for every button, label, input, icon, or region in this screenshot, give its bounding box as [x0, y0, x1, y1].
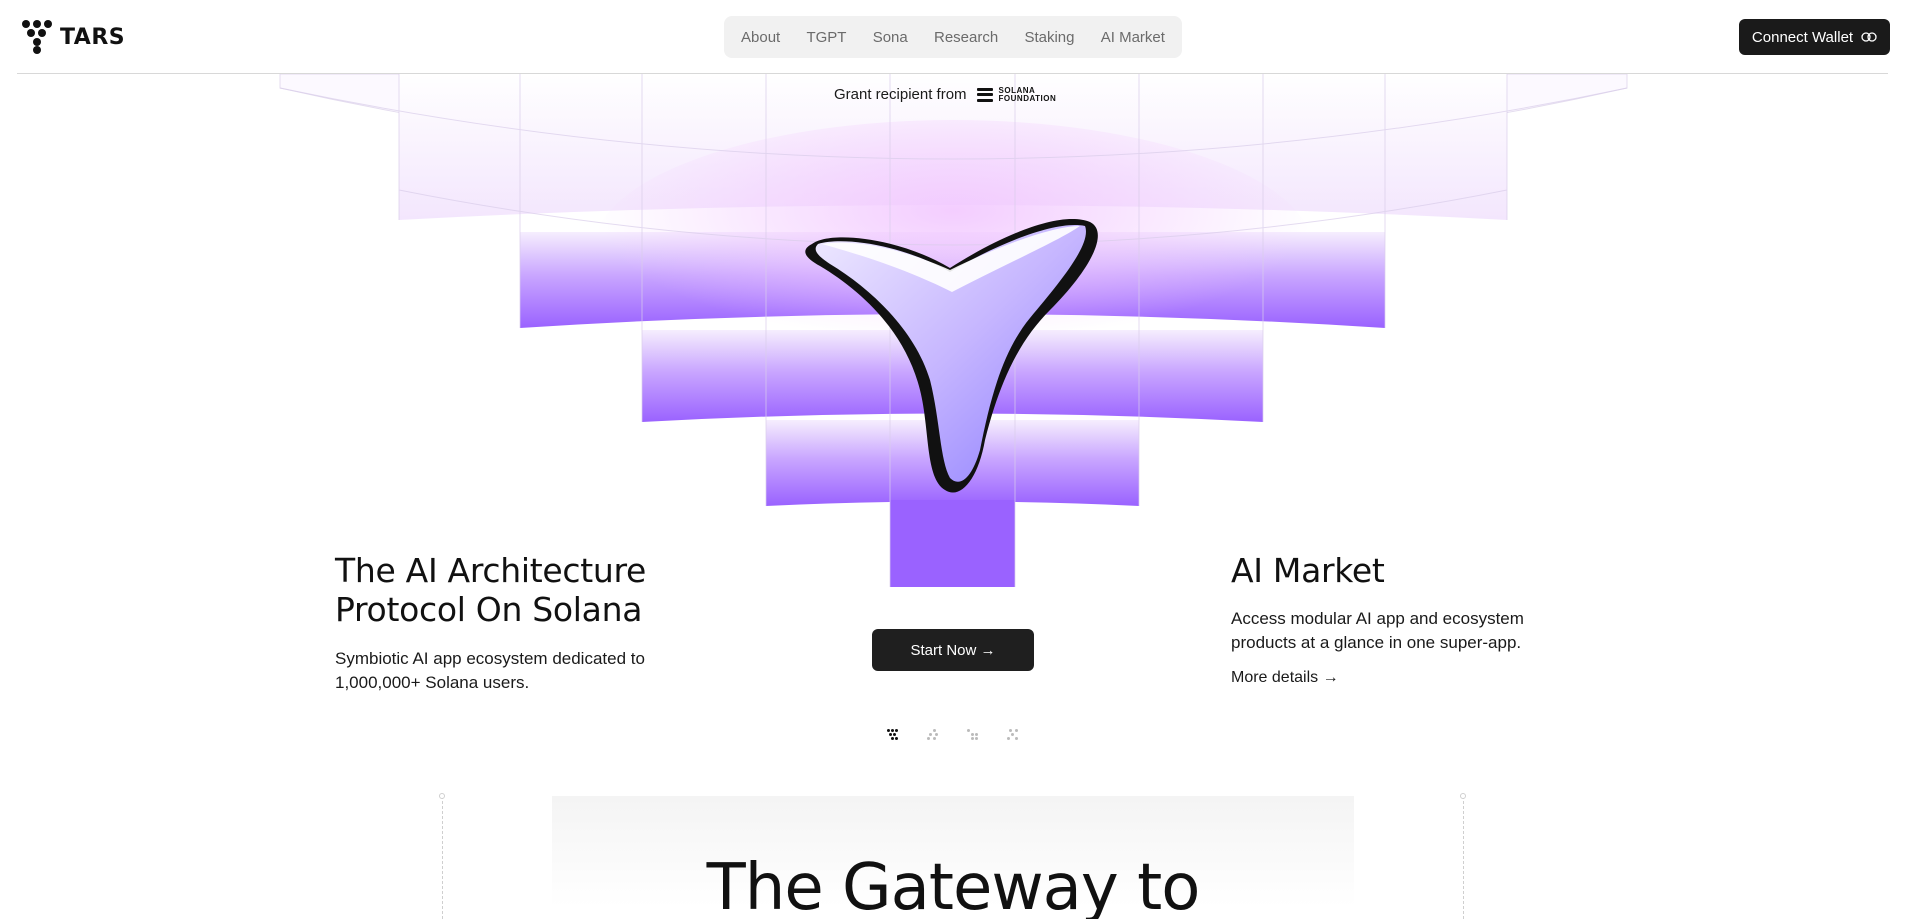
- left-guide-node: [439, 793, 445, 799]
- hero-copy: The AI Architecture Protocol On Solana S…: [335, 551, 695, 695]
- grant-banner: Grant recipient from SOLANA FOUNDATION: [834, 86, 1056, 103]
- left-guide-line: [442, 796, 443, 919]
- main-nav: About TGPT Sona Research Staking AI Mark…: [724, 16, 1182, 58]
- nav-item-about[interactable]: About: [741, 29, 780, 46]
- section-heading: The Gateway to: [706, 851, 1201, 919]
- right-guide-node: [1460, 793, 1466, 799]
- grant-text: Grant recipient from: [834, 86, 967, 103]
- solana-foundation-wordmark: SOLANA FOUNDATION: [998, 85, 1057, 103]
- solana-foundation-logo[interactable]: SOLANA FOUNDATION: [976, 85, 1057, 103]
- carousel-dot-1[interactable]: [887, 729, 899, 741]
- site-header: TARS About TGPT Sona Research Staking AI…: [0, 0, 1905, 74]
- feature-card: AI Market Access modular AI app and ecos…: [1231, 551, 1561, 687]
- nav-item-ai-market[interactable]: AI Market: [1101, 29, 1165, 46]
- start-now-button[interactable]: Start Now →: [872, 629, 1034, 671]
- feature-description: Access modular AI app and ecosystem prod…: [1231, 609, 1524, 652]
- right-guide-line: [1463, 796, 1464, 919]
- carousel-dot-2[interactable]: [927, 729, 939, 741]
- solana-icon: [976, 87, 993, 102]
- carousel-dot-4[interactable]: [1007, 729, 1019, 741]
- carousel-indicators: [887, 729, 1019, 741]
- nav-item-research[interactable]: Research: [934, 29, 998, 46]
- nav-item-tgpt[interactable]: TGPT: [806, 29, 846, 46]
- brand-logo[interactable]: TARS: [22, 20, 125, 54]
- carousel-dot-3[interactable]: [967, 729, 979, 741]
- hero-title: The AI Architecture Protocol On Solana: [335, 551, 646, 629]
- brand-name: TARS: [60, 24, 126, 50]
- connect-wallet-button[interactable]: Connect Wallet: [1739, 19, 1890, 55]
- connect-wallet-label: Connect Wallet: [1751, 28, 1854, 46]
- hero-artwork: [279, 74, 1628, 587]
- feature-title: AI Market: [1231, 551, 1385, 590]
- hero-subtitle: Symbiotic AI app ecosystem dedicated to …: [335, 649, 645, 692]
- link-icon: [1861, 32, 1877, 42]
- more-details-link[interactable]: More details →: [1231, 669, 1339, 687]
- nav-item-staking[interactable]: Staking: [1024, 29, 1074, 46]
- nav-item-sona[interactable]: Sona: [873, 29, 908, 46]
- tars-logo-icon: [22, 20, 52, 54]
